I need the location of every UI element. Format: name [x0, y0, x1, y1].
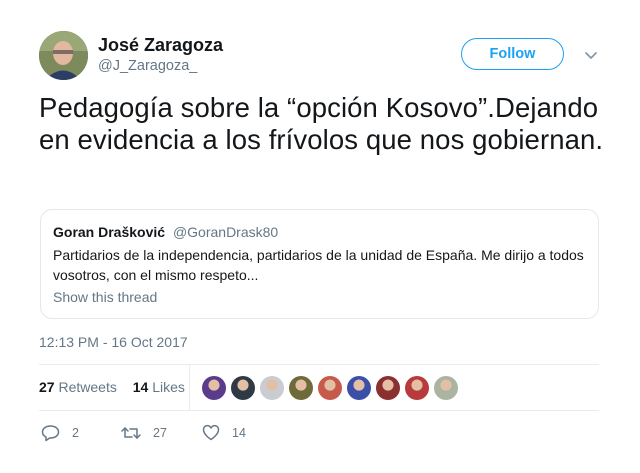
chevron-down-icon[interactable] [583, 47, 599, 63]
divider [39, 410, 599, 411]
author-avatar[interactable] [39, 31, 88, 80]
heart-icon [202, 424, 220, 441]
author-name[interactable]: José Zaragoza [98, 35, 223, 56]
tweet-text: Pedagogía sobre la “opción Kosovo”.Dejan… [39, 92, 604, 155]
likes-stat[interactable]: 14 Likes [133, 379, 185, 395]
retweet-count: 27 [153, 426, 167, 440]
retweet-action[interactable]: 27 [121, 424, 167, 442]
liker-avatar[interactable] [289, 376, 313, 400]
liker-avatar[interactable] [376, 376, 400, 400]
quoted-tweet-card[interactable]: Goran Drašković @GoranDrask80 Partidario… [40, 209, 599, 319]
retweets-stat[interactable]: 27 Retweets [39, 379, 117, 395]
liker-avatar[interactable] [202, 376, 226, 400]
liker-avatar[interactable] [347, 376, 371, 400]
quoted-tweet-author: Goran Drašković @GoranDrask80 [53, 224, 278, 240]
author-photo [39, 31, 88, 80]
show-thread-link[interactable]: Show this thread [53, 289, 157, 305]
stats-separator [189, 365, 190, 411]
follow-button[interactable]: Follow [461, 38, 564, 70]
liker-avatar[interactable] [434, 376, 458, 400]
divider [39, 364, 599, 365]
retweet-icon [121, 427, 141, 439]
reply-count: 2 [72, 426, 79, 440]
likes-label: Likes [152, 379, 185, 395]
liker-avatar[interactable] [260, 376, 284, 400]
reply-icon [41, 425, 60, 442]
like-count: 14 [232, 425, 246, 440]
liker-avatar[interactable] [318, 376, 342, 400]
author-handle[interactable]: @J_Zaragoza_ [98, 58, 197, 74]
quoted-author-name: Goran Drašković [53, 224, 166, 240]
tweet-stats: 27 Retweets 14 Likes [39, 379, 185, 395]
liker-avatars [202, 376, 463, 400]
likes-count: 14 [132, 379, 149, 395]
retweets-count: 27 [39, 379, 55, 395]
tweet-timestamp[interactable]: 12:13 PM - 16 Oct 2017 [39, 334, 188, 350]
liker-avatar[interactable] [405, 376, 429, 400]
quoted-tweet-text: Partidarios de la independencia, partida… [53, 247, 584, 283]
like-action[interactable]: 14 [202, 424, 246, 441]
reply-action[interactable]: 2 [41, 424, 79, 442]
liker-avatar[interactable] [231, 376, 255, 400]
quoted-author-handle: @GoranDrask80 [172, 224, 279, 240]
retweets-label: Retweets [58, 379, 117, 395]
